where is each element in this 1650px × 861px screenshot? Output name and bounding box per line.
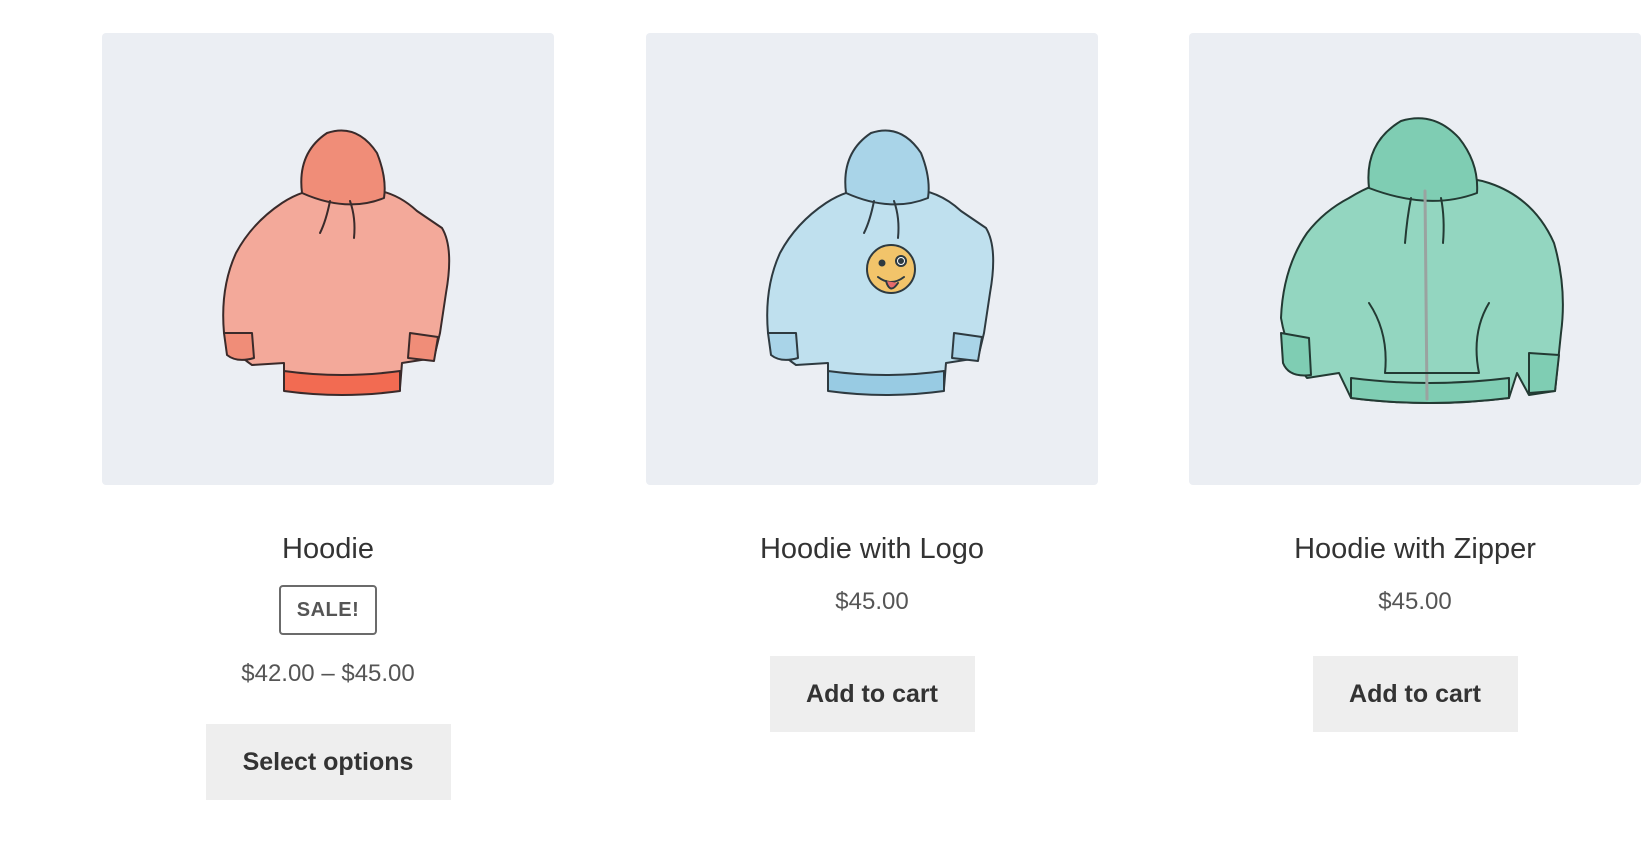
product-title[interactable]: Hoodie with Logo xyxy=(646,531,1098,567)
hoodie-red-icon xyxy=(222,129,451,396)
hoodie-blue-logo-icon xyxy=(766,129,995,396)
add-to-cart-button[interactable]: Add to cart xyxy=(1312,656,1518,732)
product-title[interactable]: Hoodie xyxy=(102,531,554,567)
product-image[interactable] xyxy=(102,33,554,485)
product-image[interactable] xyxy=(646,33,1098,485)
hoodie-green-zipper-icon xyxy=(1280,117,1564,404)
product-price: $45.00 xyxy=(835,588,909,615)
product-price: $45.00 xyxy=(1378,588,1452,615)
product-title[interactable]: Hoodie with Zipper xyxy=(1189,531,1641,567)
product-card-hoodie-with-zipper: Hoodie with Zipper $45.00 Add to cart xyxy=(1189,33,1641,732)
product-card-hoodie: Hoodie SALE! $42.00 – $45.00 Select opti… xyxy=(102,33,554,800)
product-image[interactable] xyxy=(1189,33,1641,485)
add-to-cart-button[interactable]: Add to cart xyxy=(769,656,975,732)
product-card-hoodie-with-logo: Hoodie with Logo $45.00 Add to cart xyxy=(646,33,1098,732)
select-options-button[interactable]: Select options xyxy=(205,724,451,800)
sale-badge: SALE! xyxy=(278,585,378,635)
product-price: $42.00 – $45.00 xyxy=(241,660,415,687)
